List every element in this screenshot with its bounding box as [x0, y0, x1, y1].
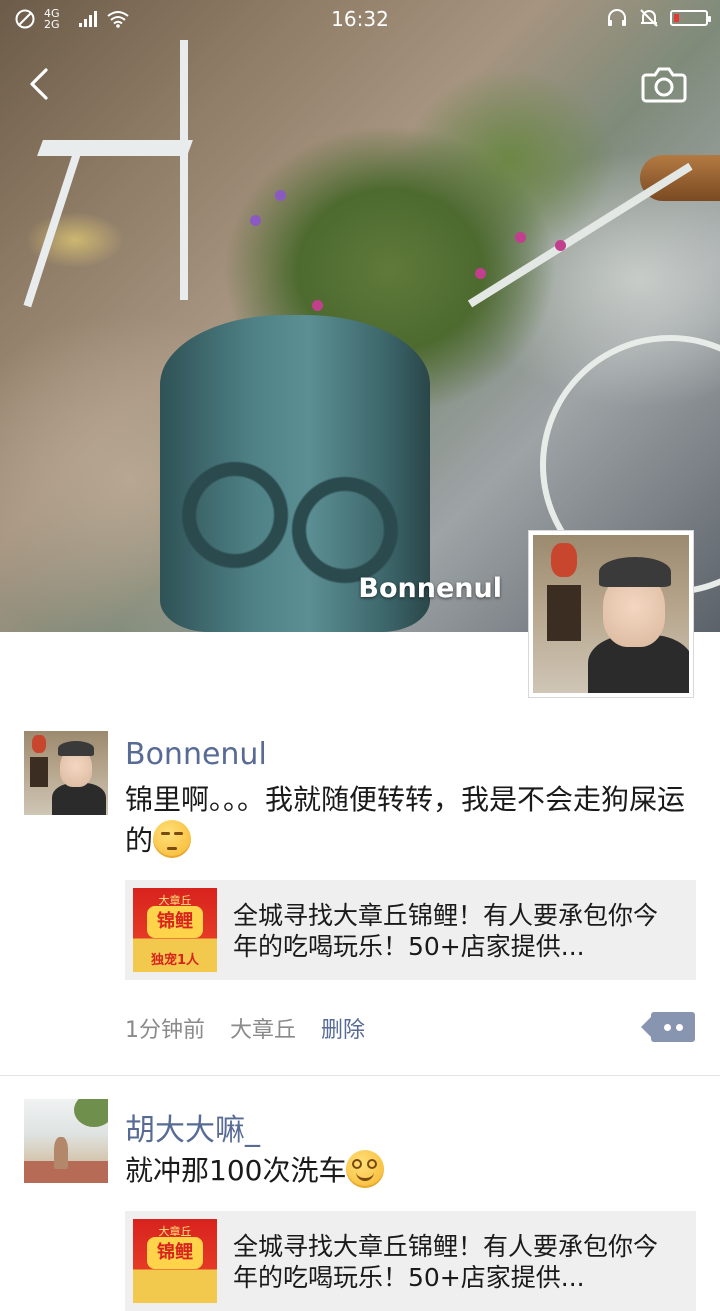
- cover-flower: [555, 240, 566, 251]
- avatar-cap-shape: [58, 741, 94, 756]
- thumbnail-main-text: 锦鲤: [147, 906, 203, 938]
- profile-avatar[interactable]: [528, 530, 694, 698]
- link-thumbnail: 大章丘 锦鲤: [133, 1219, 217, 1303]
- cover-chair-leg: [23, 152, 81, 308]
- thumbnail-bottom-text: 独宠1人: [150, 953, 200, 968]
- post-meta: 1分钟前 大章丘 删除: [125, 1012, 383, 1044]
- cover-flower: [275, 190, 286, 201]
- cover-flower: [475, 268, 486, 279]
- post-divider: [0, 1075, 720, 1076]
- avatar-body-shape: [52, 783, 106, 815]
- avatar-person-shape: [54, 1137, 68, 1169]
- thumbnail-main-text: 锦鲤: [147, 1237, 203, 1269]
- more-dot-icon: [676, 1024, 683, 1031]
- profile-name: Bonnenul: [358, 573, 502, 604]
- link-title: 全城寻找大章丘锦鲤！有人要承包你今年的吃喝玩乐！50+店家提供...: [233, 901, 659, 961]
- feed-post: 胡大大嘛_ 就冲那100次洗车 大章丘 锦鲤 全城寻找大章丘锦鲤！有人要承包你今…: [0, 0, 720, 1311]
- shared-link-card[interactable]: 大章丘 锦鲤 全城寻找大章丘锦鲤！有人要承包你今年的吃喝玩乐！50+店家提供..…: [125, 1211, 696, 1311]
- cover-chair-shape: [37, 140, 193, 156]
- avatar-tree-shape: [74, 1099, 108, 1127]
- post-text: 就冲那100次洗车: [125, 1150, 685, 1191]
- avatar-window-shape: [30, 757, 48, 787]
- post-author-name[interactable]: Bonnenul: [125, 737, 267, 772]
- profile-avatar-image: [533, 535, 689, 693]
- more-dot-icon: [664, 1024, 671, 1031]
- delete-button[interactable]: 删除: [321, 1018, 365, 1043]
- post-author-name[interactable]: 胡大大嘛_: [125, 1105, 260, 1149]
- link-title: 全城寻找大章丘锦鲤！有人要承包你今年的吃喝玩乐！50+店家提供...: [233, 1232, 659, 1292]
- link-thumbnail: 大章丘 锦鲤 独宠1人: [133, 888, 217, 972]
- shared-link-card[interactable]: 大章丘 锦鲤 独宠1人 全城寻找大章丘锦鲤！有人要承包你今年的吃喝玩乐！50+店…: [125, 880, 696, 980]
- avatar-lantern-shape: [32, 735, 46, 753]
- avatar-window-shape: [547, 585, 581, 641]
- post-text-content: 锦里啊。。。我就随便转转，我是不会走狗屎运的: [125, 783, 686, 857]
- post-author-avatar[interactable]: [24, 1099, 108, 1183]
- cover-bike-frame: [467, 162, 693, 308]
- comment-like-button[interactable]: [641, 1012, 695, 1042]
- cover-flower: [250, 215, 261, 226]
- cover-flower: [515, 232, 526, 243]
- post-location[interactable]: 大章丘: [230, 1018, 296, 1043]
- post-author-avatar-image: [24, 731, 108, 815]
- post-text-content: 就冲那100次洗车: [125, 1154, 347, 1187]
- post-text: 锦里啊。。。我就随便转转，我是不会走狗屎运的: [125, 780, 685, 861]
- grinning-face-icon: [346, 1150, 385, 1188]
- cover-flower: [312, 300, 323, 311]
- unamused-face-icon: [153, 820, 192, 858]
- avatar-lantern-shape: [551, 543, 577, 577]
- post-author-avatar[interactable]: [24, 731, 108, 815]
- post-time: 1分钟前: [125, 1018, 205, 1043]
- avatar-cap-shape: [599, 557, 671, 587]
